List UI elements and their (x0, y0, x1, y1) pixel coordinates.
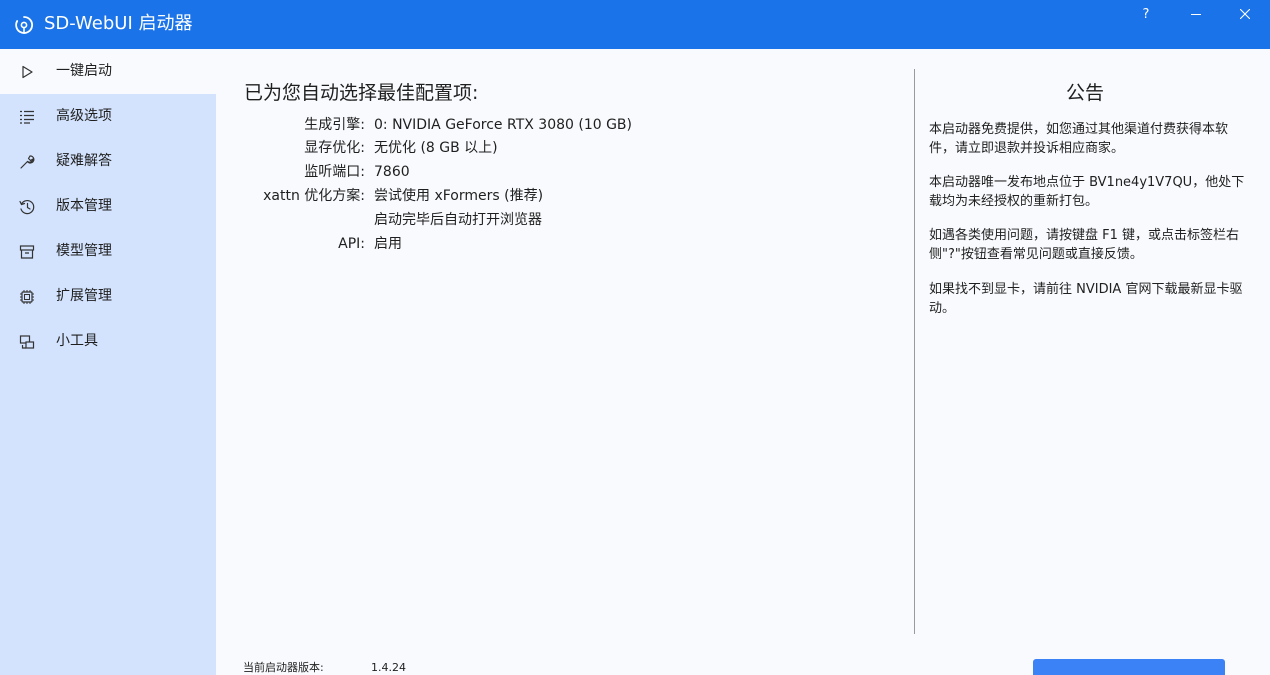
notice-paragraph: 如果找不到显卡，请前往 NVIDIA 官网下载最新显卡驱动。 (929, 282, 1243, 316)
page-title: 已为您自动选择最佳配置项: (244, 82, 479, 104)
sidebar-item-label: 扩展管理 (56, 288, 112, 304)
sidebar-item-label: 疑难解答 (56, 153, 112, 169)
window-title: SD-WebUI 启动器 (44, 13, 193, 34)
box-icon (18, 243, 36, 261)
version-label: 当前启动器版本: (243, 661, 324, 674)
config-label-port: 监听端口: (304, 164, 365, 180)
sidebar-item-tools[interactable]: 小工具 (0, 319, 216, 364)
sidebar-item-launch[interactable]: 一键启动 (0, 49, 216, 94)
close-button[interactable] (1225, 4, 1265, 26)
launch-button[interactable] (1033, 659, 1225, 675)
config-label-vram: 显存优化: (304, 140, 365, 156)
play-icon (18, 63, 36, 81)
notice-title: 公告 (1065, 82, 1104, 104)
config-label-xattn: xattn 优化方案: (263, 188, 365, 204)
config-value-port[interactable]: 7860 (374, 163, 410, 181)
app-logo-icon (14, 15, 34, 35)
config-value-api[interactable]: 启用 (374, 235, 402, 253)
list-icon (18, 108, 36, 126)
sidebar-item-versions[interactable]: 版本管理 (0, 184, 216, 229)
sidebar-item-troubleshoot[interactable]: 疑难解答 (0, 139, 216, 184)
config-label-api: API: (338, 236, 365, 252)
config-value-xattn[interactable]: 尝试使用 xFormers (推荐) (374, 187, 543, 205)
title-bar: SD-WebUI 启动器 ? (0, 0, 1270, 49)
notice-paragraph: 如遇各类使用问题，请按键盘 F1 键，或点击标签栏右侧"?"按钮查看常见问题或直… (929, 228, 1240, 262)
version-value: 1.4.24 (371, 661, 406, 674)
minimize-button[interactable] (1176, 4, 1216, 26)
sidebar: 一键启动 高级选项 疑难解答 版本管理 模型管理 扩展管理 小工具 (0, 49, 216, 675)
config-label-engine: 生成引擎: (304, 117, 365, 133)
sidebar-item-label: 模型管理 (56, 243, 112, 259)
config-value-auto-open-browser[interactable]: 启动完毕后自动打开浏览器 (374, 211, 542, 229)
history-icon (18, 198, 36, 216)
config-value-vram[interactable]: 无优化 (8 GB 以上) (374, 139, 498, 157)
wrench-icon (18, 153, 36, 171)
notice-paragraph: 本启动器唯一发布地点位于 BV1ne4y1V7QU，他处下载均为未经授权的重新打… (929, 175, 1245, 209)
sidebar-item-label: 版本管理 (56, 198, 112, 214)
chip-icon (18, 288, 36, 306)
notice-paragraph: 本启动器免费提供，如您通过其他渠道付费获得本软件，请立即退款并投诉相应商家。 (929, 122, 1229, 156)
sidebar-item-label: 高级选项 (56, 108, 112, 124)
close-icon (1240, 9, 1250, 19)
sidebar-item-label: 一键启动 (56, 63, 112, 79)
panel-divider (914, 69, 915, 634)
minimize-icon (1191, 14, 1201, 15)
help-button[interactable]: ? (1126, 4, 1166, 26)
sidebar-item-advanced[interactable]: 高级选项 (0, 94, 216, 139)
sidebar-item-models[interactable]: 模型管理 (0, 229, 216, 274)
sidebar-item-label: 小工具 (56, 333, 98, 349)
tools-icon (18, 333, 36, 351)
sidebar-item-extensions[interactable]: 扩展管理 (0, 274, 216, 319)
config-value-engine[interactable]: 0: NVIDIA GeForce RTX 3080 (10 GB) (374, 116, 632, 134)
